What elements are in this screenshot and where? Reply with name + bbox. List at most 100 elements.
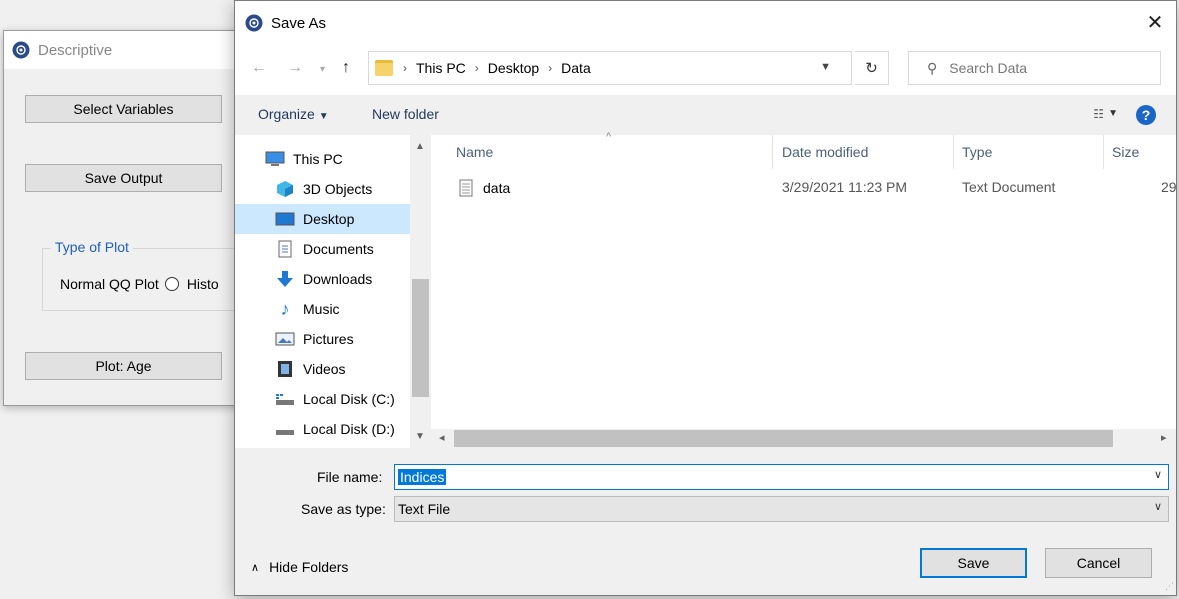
tree-label: Local Disk (C:) (303, 391, 395, 407)
chevron-down-icon[interactable]: ▼ (820, 61, 831, 73)
pc-icon (265, 151, 285, 167)
save-button[interactable]: Save (920, 548, 1027, 578)
breadcrumb-this-pc[interactable]: This PC (416, 60, 466, 76)
refresh-icon[interactable]: ↻ (855, 51, 889, 85)
search-placeholder: Search Data (949, 60, 1028, 76)
view-options-icon[interactable]: ☷ (1093, 107, 1104, 121)
plot-age-button[interactable]: Plot: Age (25, 352, 222, 380)
app-icon (245, 14, 263, 32)
tree-item-videos[interactable]: Videos (235, 354, 410, 384)
back-arrow-icon[interactable]: ← (251, 59, 267, 77)
save-as-type-value: Text File (398, 501, 451, 517)
chevron-down-icon: ∨ (1153, 501, 1162, 513)
navigation-pane: This PC 3D Objects Desktop Documents Dow… (235, 135, 431, 448)
tree-item-documents[interactable]: Documents (235, 234, 410, 264)
normal-qq-label: Normal QQ Plot (60, 276, 159, 292)
save-output-button[interactable]: Save Output (25, 164, 222, 192)
breadcrumb-data[interactable]: Data (561, 60, 591, 76)
tree-item-downloads[interactable]: Downloads (235, 264, 410, 294)
file-type: Text Document (962, 179, 1056, 195)
cube-icon (275, 181, 295, 197)
descriptive-titlebar: Descriptive (4, 31, 262, 69)
tree-scrollbar[interactable]: ▲ ▼ (410, 135, 431, 448)
tree-item-this-pc[interactable]: This PC (235, 144, 410, 174)
document-icon (275, 240, 295, 258)
tree-label: Music (303, 301, 340, 317)
file-list: ^ Name Date modified Type Size data 3/29… (431, 131, 1177, 448)
tree-label: Downloads (303, 271, 373, 287)
close-icon[interactable]: ✕ (1144, 12, 1166, 34)
cancel-button[interactable]: Cancel (1045, 548, 1152, 578)
recent-locations-icon[interactable]: ▾ (320, 64, 325, 75)
save-as-type-label: Save as type: (301, 501, 386, 517)
scroll-up-icon[interactable]: ▲ (415, 141, 425, 152)
chevron-right-icon: › (548, 61, 553, 75)
pictures-icon (275, 331, 295, 347)
chevron-down-icon[interactable]: ∨ (1154, 468, 1162, 481)
scroll-left-icon[interactable]: ◂ (439, 431, 445, 444)
file-date: 3/29/2021 11:23 PM (782, 179, 908, 195)
file-list-hscrollbar[interactable]: ◂ ▸ (431, 429, 1176, 448)
search-box[interactable]: ⚲ Search Data (908, 51, 1161, 85)
address-bar[interactable]: › This PC › Desktop › Data ▼ (368, 51, 852, 85)
column-type[interactable]: Type (954, 135, 1104, 169)
organize-button[interactable]: Organize ▼ (258, 106, 329, 122)
chevron-right-icon: › (474, 61, 479, 75)
column-date-modified[interactable]: Date modified (774, 135, 954, 169)
file-name: data (483, 180, 511, 196)
resize-grip-icon[interactable]: ⋰ (1165, 581, 1174, 592)
tree-label: Local Disk (D:) (303, 421, 395, 437)
chevron-up-icon: ∧ (251, 561, 260, 574)
file-name-input[interactable]: Indices ∨ (394, 464, 1169, 490)
tree-label: Desktop (303, 211, 355, 227)
save-as-type-select[interactable]: Text File ∨ (394, 496, 1169, 522)
tree-item-music[interactable]: ♪ Music (235, 294, 410, 324)
tree-item-local-disk-d[interactable]: Local Disk (D:) (235, 414, 410, 444)
scroll-down-icon[interactable]: ▼ (415, 431, 425, 442)
breadcrumb-desktop[interactable]: Desktop (488, 60, 539, 76)
help-icon[interactable]: ? (1136, 105, 1156, 125)
chevron-down-icon[interactable]: ▼ (1108, 108, 1118, 119)
folder-icon (375, 60, 393, 76)
up-arrow-icon[interactable]: ↑ (342, 59, 350, 77)
type-of-plot-label: Type of Plot (51, 239, 133, 255)
organize-label: Organize (258, 106, 315, 122)
file-name-label: File name: (317, 469, 383, 485)
drive-icon (275, 421, 295, 437)
tree-item-pictures[interactable]: Pictures (235, 324, 410, 354)
search-icon: ⚲ (927, 59, 938, 76)
desktop-icon (275, 211, 295, 227)
chevron-right-icon: › (403, 61, 407, 75)
hide-folders-label: Hide Folders (269, 559, 349, 575)
command-toolbar: Organize ▼ New folder ☷ ▼ ? (235, 95, 1176, 135)
tree-item-local-disk-c[interactable]: Local Disk (C:) (235, 384, 410, 414)
descriptive-title: Descriptive (38, 41, 113, 59)
hide-folders-button[interactable]: ∧ Hide Folders (251, 559, 348, 575)
tree-scroll-thumb[interactable] (412, 279, 429, 397)
forward-arrow-icon[interactable]: → (287, 59, 303, 77)
text-file-icon (459, 179, 473, 197)
hscroll-thumb[interactable] (454, 430, 1113, 447)
scroll-right-icon[interactable]: ▸ (1161, 431, 1167, 444)
column-size[interactable]: Size (1104, 135, 1176, 169)
tree-label: Documents (303, 241, 374, 257)
select-variables-button[interactable]: Select Variables (25, 95, 222, 123)
tree-label: 3D Objects (303, 181, 373, 197)
normal-qq-radio[interactable] (164, 277, 179, 291)
navigation-bar: ← → ▾ ↑ › This PC › Desktop › Data ▼ ↻ ⚲… (235, 45, 1176, 95)
file-size: 29 (1161, 179, 1177, 195)
new-folder-button[interactable]: New folder (372, 106, 439, 122)
plot-type-options: Normal QQ Plot Histo (60, 276, 219, 292)
download-icon (275, 271, 295, 287)
file-row-data[interactable]: data (459, 175, 510, 201)
chevron-down-icon: ▼ (318, 111, 329, 122)
descriptive-window: Descriptive Select Variables Save Output… (3, 30, 272, 406)
save-as-dialog: Save As ✕ ← → ▾ ↑ › This PC › Desktop › … (234, 0, 1177, 596)
music-icon: ♪ (280, 298, 290, 319)
drive-icon (275, 391, 295, 407)
dialog-titlebar: Save As ✕ (235, 1, 1176, 45)
tree-label: This PC (293, 151, 343, 167)
column-name[interactable]: Name (448, 135, 773, 169)
tree-item-desktop[interactable]: Desktop (235, 204, 410, 234)
tree-item-3d-objects[interactable]: 3D Objects (235, 174, 410, 204)
